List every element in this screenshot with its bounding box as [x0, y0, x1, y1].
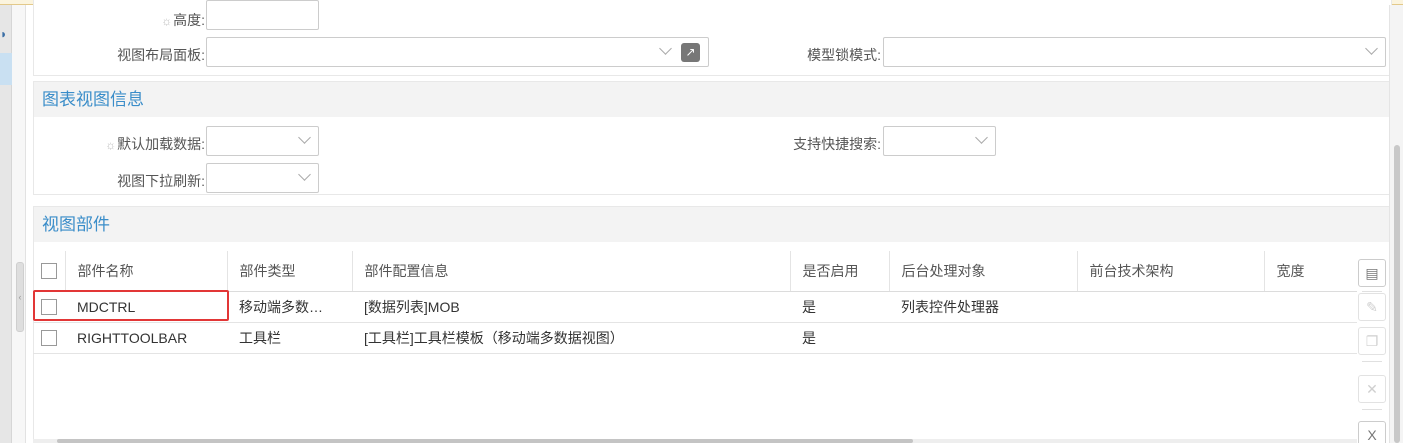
quick-search-label: 支持快捷搜索: — [793, 136, 881, 152]
chevron-down-icon — [1365, 42, 1378, 55]
view-parts-table: 部件名称 部件类型 部件配置信息 是否启用 后台处理对象 前台技术架构 宽度 M… — [33, 251, 1357, 354]
collapse-sidebar-handle[interactable]: ‹ — [16, 262, 24, 332]
select-all-cell — [33, 251, 66, 292]
toolbar-divider — [1362, 409, 1382, 410]
row-select-cell — [33, 322, 65, 354]
table-row[interactable]: RIGHTTOOLBAR 工具栏 [工具栏]工具栏模板（移动端多数据视图） 是 — [33, 322, 1357, 354]
column-header[interactable]: 部件名称 — [65, 251, 228, 292]
basic-settings-panel: ☼高度: 视图布局面板: ↗ 模型锁模式: — [33, 0, 1392, 76]
main-content: ☼高度: 视图布局面板: ↗ 模型锁模式: 图表视图信息 ☼默认加载数据: 支持… — [26, 0, 1392, 443]
height-input[interactable] — [206, 0, 319, 30]
chevron-down-icon — [298, 168, 311, 181]
nav-rail-selected-item[interactable] — [0, 53, 12, 85]
table-row[interactable]: MDCTRL 移动端多数… [数据列表]MOB 是 列表控件处理器 — [33, 291, 1357, 323]
part-config-cell: [工具栏]工具栏模板（移动端多数据视图） — [352, 322, 790, 354]
row-checkbox[interactable] — [41, 299, 57, 316]
frontend-arch-cell — [1077, 322, 1264, 354]
new-doc-icon[interactable]: ▤ — [1358, 259, 1386, 287]
table-header-row: 部件名称 部件类型 部件配置信息 是否启用 后台处理对象 前台技术架构 宽度 — [33, 251, 1357, 292]
left-nav-rail: ◗ — [0, 5, 12, 443]
layout-panel-select[interactable]: ↗ — [206, 37, 709, 67]
chart-info-panel: 图表视图信息 ☼默认加载数据: 支持快捷搜索: 视图下拉刷新: — [33, 81, 1392, 195]
default-load-label: ☼默认加载数据: — [105, 136, 205, 152]
width-cell — [1264, 322, 1357, 354]
excel-export-icon[interactable]: X — [1358, 421, 1386, 443]
part-type-cell: 移动端多数… — [227, 291, 352, 323]
select-all-checkbox[interactable] — [40, 263, 57, 280]
chevron-down-icon — [659, 42, 672, 55]
default-load-select[interactable] — [206, 126, 319, 156]
scrollbar-thumb[interactable] — [57, 439, 913, 443]
part-name-cell[interactable]: RIGHTTOOLBAR — [65, 322, 227, 354]
backend-handler-cell — [889, 322, 1077, 354]
backend-handler-cell: 列表控件处理器 — [889, 291, 1077, 323]
table-horizontal-scrollbar[interactable] — [33, 439, 1357, 443]
row-select-cell — [33, 291, 65, 323]
hint-bulb-icon: ☼ — [161, 14, 173, 28]
scrollbar-thumb[interactable] — [1394, 145, 1400, 443]
hint-bulb-icon: ☼ — [105, 138, 117, 152]
column-header[interactable]: 后台处理对象 — [889, 251, 1078, 292]
delete-icon[interactable]: ✕ — [1358, 375, 1386, 403]
column-header[interactable]: 部件配置信息 — [352, 251, 791, 292]
nav-rail-glyph-icon: ◗ — [0, 27, 8, 41]
chart-info-title: 图表视图信息 — [34, 82, 1391, 117]
pull-refresh-label: 视图下拉刷新: — [117, 173, 205, 189]
copy-icon[interactable]: ❐ — [1358, 327, 1386, 355]
column-header[interactable]: 是否启用 — [790, 251, 890, 292]
layout-panel-label: 视图布局面板: — [117, 47, 205, 63]
toolbar-divider — [1362, 291, 1382, 292]
view-parts-title: 视图部件 — [34, 207, 1391, 242]
frontend-arch-cell — [1077, 291, 1264, 323]
open-link-icon[interactable]: ↗ — [681, 43, 700, 62]
lock-mode-select[interactable] — [883, 37, 1386, 67]
chevron-down-icon — [975, 131, 988, 144]
part-type-cell: 工具栏 — [227, 322, 352, 354]
chevron-down-icon — [298, 131, 311, 144]
lock-mode-label: 模型锁模式: — [807, 47, 881, 63]
part-config-cell: [数据列表]MOB — [352, 291, 790, 323]
edit-icon[interactable]: ✎ — [1358, 293, 1386, 321]
table-side-toolbar: ▤ ✎ ❐ ✕ X — [1357, 251, 1389, 443]
enabled-cell: 是 — [790, 322, 889, 354]
pull-refresh-select[interactable] — [206, 163, 319, 193]
column-header[interactable]: 宽度 — [1264, 251, 1357, 292]
column-header[interactable]: 前台技术架构 — [1077, 251, 1265, 292]
width-cell — [1264, 291, 1357, 323]
part-name-cell[interactable]: MDCTRL — [65, 291, 227, 323]
row-checkbox[interactable] — [41, 330, 57, 347]
sidebar-gutter — [12, 5, 26, 443]
toolbar-divider — [1362, 361, 1382, 362]
page-vertical-scrollbar[interactable] — [1389, 5, 1403, 443]
quick-search-select[interactable] — [883, 126, 996, 156]
height-label: ☼高度: — [161, 12, 205, 28]
column-header[interactable]: 部件类型 — [227, 251, 353, 292]
enabled-cell: 是 — [790, 291, 889, 323]
